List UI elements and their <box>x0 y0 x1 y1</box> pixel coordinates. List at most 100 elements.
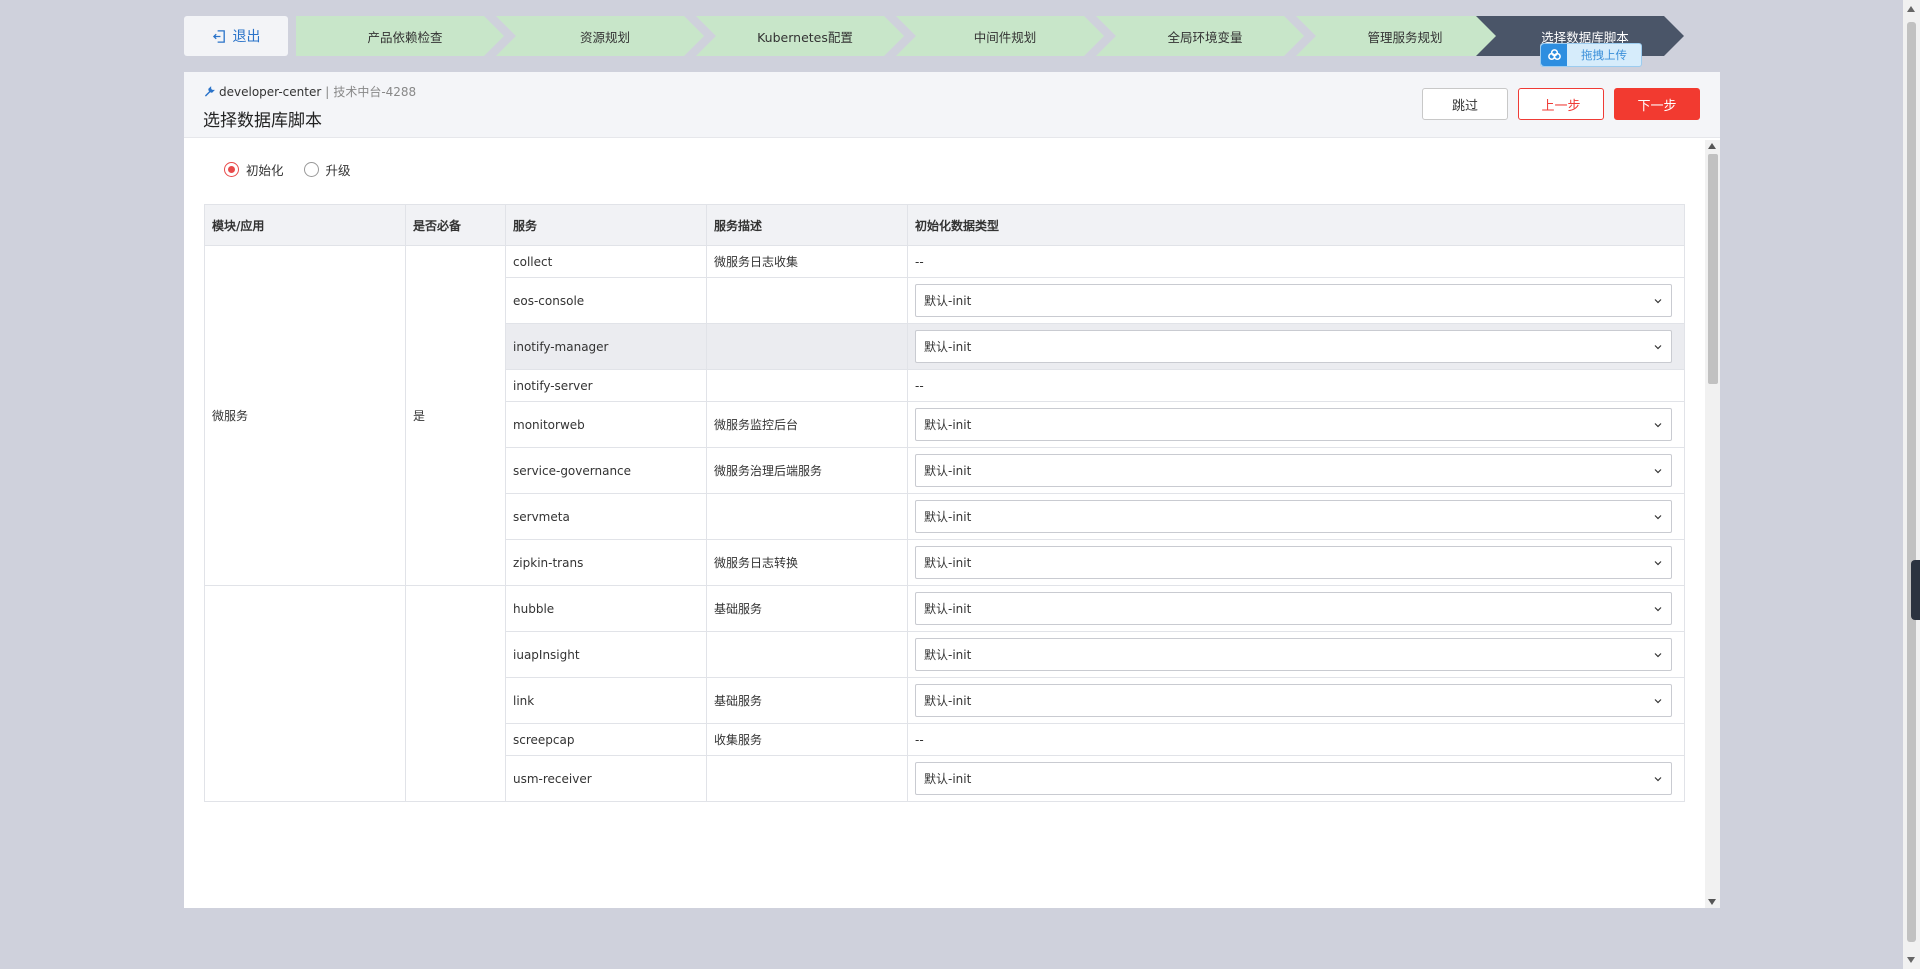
service-desc-cell: 微服务日志转换 <box>706 539 908 586</box>
previous-step-button[interactable]: 上一步 <box>1518 88 1604 120</box>
service-desc-cell: 微服务日志收集 <box>706 245 908 278</box>
next-step-button[interactable]: 下一步 <box>1614 88 1700 120</box>
scroll-down-arrow[interactable] <box>1708 899 1716 905</box>
select-value: 默认-init <box>924 556 972 570</box>
service-cell: eos-console <box>505 277 707 324</box>
exit-button[interactable]: 退出 <box>184 16 288 56</box>
exit-label: 退出 <box>232 29 261 45</box>
page-scroll-thumb[interactable] <box>1907 22 1916 942</box>
service-desc-cell <box>706 277 908 324</box>
init-type-select[interactable]: 默认-init <box>915 546 1672 579</box>
service-desc-cell <box>706 631 908 678</box>
init-type-cell: 默认-init <box>907 277 1685 324</box>
column-header: 模块/应用 <box>204 204 406 246</box>
chevron-down-icon <box>1654 298 1662 303</box>
init-type-select[interactable]: 默认-init <box>915 592 1672 625</box>
module-cell <box>204 585 406 802</box>
step-label: 管理服务规划 <box>1367 29 1443 45</box>
mode-radio-group: 初始化 升级 <box>224 160 351 179</box>
step-kubernetes-config[interactable]: Kubernetes配置 <box>696 16 904 56</box>
mode-radio-option[interactable]: 升级 <box>303 160 351 179</box>
init-type-cell: 默认-init <box>907 493 1685 540</box>
select-value: 默认-init <box>924 772 972 786</box>
radio-circle-icon[interactable] <box>303 162 319 177</box>
step-resource-planning[interactable]: 资源规划 <box>496 16 704 56</box>
side-drawer-handle[interactable] <box>1911 560 1920 620</box>
chevron-down-icon <box>1654 652 1662 657</box>
page-title: 选择数据库脚本 <box>203 111 322 131</box>
radio-circle-icon[interactable] <box>224 162 239 177</box>
drag-upload-badge[interactable]: 拖拽上传 <box>1540 43 1642 67</box>
init-type-select[interactable]: 默认-init <box>915 762 1672 795</box>
step-product-dependency[interactable]: 产品依赖检查 <box>296 16 504 56</box>
service-desc-cell <box>706 755 908 802</box>
service-desc-cell <box>706 369 908 402</box>
init-type-cell: 默认-init <box>907 585 1685 632</box>
breadcrumb-separator: | <box>325 84 330 99</box>
service-desc-cell: 微服务监控后台 <box>706 401 908 448</box>
breadcrumb-tenant: 技术中台-4288 <box>333 85 417 99</box>
service-desc-cell <box>706 323 908 370</box>
service-desc-cell: 收集服务 <box>706 723 908 756</box>
service-desc-cell <box>706 493 908 540</box>
mode-radio-option[interactable]: 初始化 <box>224 160 284 179</box>
wizard-stepper: 产品依赖检查 资源规划 Kubernetes配置 中间件规划 全局环境变量 管理… <box>296 16 1692 56</box>
init-type-select[interactable]: 默认-init <box>915 284 1672 317</box>
init-type-cell: 默认-init <box>907 631 1685 678</box>
page-scrollbar[interactable] <box>1903 0 1920 969</box>
init-type-cell: 默认-init <box>907 323 1685 370</box>
init-type-cell: -- <box>907 723 1685 756</box>
init-type-cell: 默认-init <box>907 677 1685 724</box>
select-value: 默认-init <box>924 340 972 354</box>
init-type-select[interactable]: 默认-init <box>915 684 1672 717</box>
breadcrumb: developer-center | 技术中台-4288 <box>204 83 416 100</box>
select-value: 默认-init <box>924 464 972 478</box>
init-type-cell: 默认-init <box>907 401 1685 448</box>
skip-button[interactable]: 跳过 <box>1422 88 1508 120</box>
scroll-up-arrow[interactable] <box>1708 143 1716 149</box>
exit-icon <box>212 29 225 43</box>
cloud-icon <box>1541 44 1567 66</box>
step-management-service[interactable]: 管理服务规划 <box>1296 16 1504 56</box>
main-panel: developer-center | 技术中台-4288 选择数据库脚本 跳过 … <box>184 72 1720 908</box>
breadcrumb-app: developer-center <box>219 84 322 99</box>
select-value: 默认-init <box>924 294 972 308</box>
chevron-down-icon <box>1654 606 1662 611</box>
column-header: 是否必备 <box>405 204 506 246</box>
chevron-down-icon <box>1654 776 1662 781</box>
service-cell: usm-receiver <box>505 755 707 802</box>
select-value: 默认-init <box>924 694 972 708</box>
table-header-row: 模块/应用 是否必备 服务 服务描述 初始化数据类型 <box>204 204 1685 246</box>
page-scroll-up-arrow[interactable] <box>1907 6 1915 12</box>
service-cell: inotify-server <box>505 369 707 402</box>
panel-scrollbar[interactable] <box>1705 140 1720 908</box>
select-value: 默认-init <box>924 510 972 524</box>
init-type-cell: -- <box>907 369 1685 402</box>
init-type-select[interactable]: 默认-init <box>915 408 1672 441</box>
service-cell: screepcap <box>505 723 707 756</box>
init-type-cell: 默认-init <box>907 447 1685 494</box>
chevron-down-icon <box>1654 422 1662 427</box>
init-type-select[interactable]: 默认-init <box>915 500 1672 533</box>
service-desc-cell: 微服务治理后端服务 <box>706 447 908 494</box>
step-global-env[interactable]: 全局环境变量 <box>1096 16 1304 56</box>
db-script-table: 模块/应用 是否必备 服务 服务描述 初始化数据类型 微服务是 collect 微服务日志收… <box>204 204 1685 802</box>
init-type-select[interactable]: 默认-init <box>915 330 1672 363</box>
service-cell: service-governance <box>505 447 707 494</box>
service-cell: hubble <box>505 585 707 632</box>
step-label: 中间件规划 <box>973 29 1037 45</box>
wrench-icon <box>205 86 215 97</box>
init-type-select[interactable]: 默认-init <box>915 638 1672 671</box>
scroll-thumb[interactable] <box>1708 154 1718 384</box>
service-cell: link <box>505 677 707 724</box>
step-middleware-planning[interactable]: 中间件规划 <box>896 16 1104 56</box>
required-cell <box>405 585 506 802</box>
chevron-down-icon <box>1654 468 1662 473</box>
service-desc-cell: 基础服务 <box>706 677 908 724</box>
chevron-down-icon <box>1654 698 1662 703</box>
select-value: 默认-init <box>924 602 972 616</box>
radio-label: 初始化 <box>246 163 284 178</box>
init-type-select[interactable]: 默认-init <box>915 454 1672 487</box>
page-scroll-down-arrow[interactable] <box>1907 957 1915 963</box>
table-row: 微服务是 collect 微服务日志收集 -- <box>204 245 1685 586</box>
